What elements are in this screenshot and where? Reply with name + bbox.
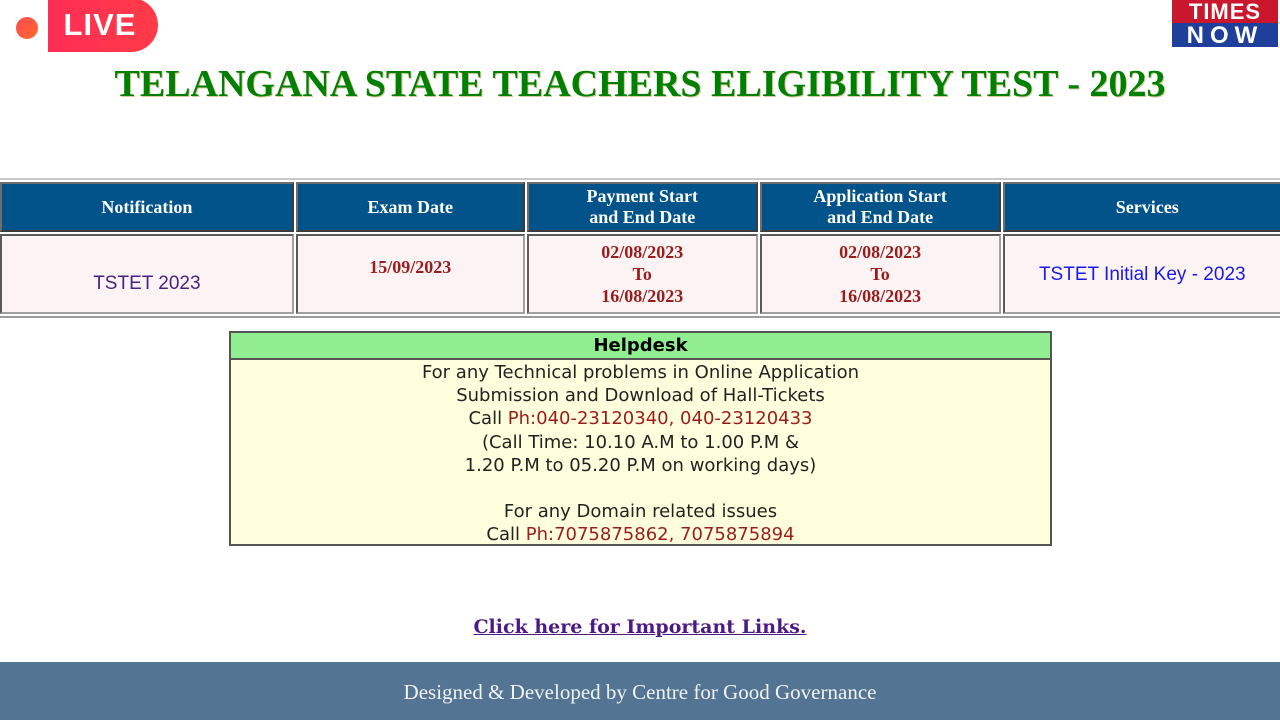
header-services: Services bbox=[1002, 182, 1280, 232]
technical-phone-numbers: Ph:040-23120340, 040-23120433 bbox=[507, 408, 813, 430]
header-payment-line1: Payment Start bbox=[586, 186, 698, 206]
times-now-logo: TIMES NOW bbox=[1172, 0, 1278, 48]
footer: Designed & Developed by Centre for Good … bbox=[0, 662, 1280, 720]
header-notification: Notification bbox=[0, 182, 294, 232]
cell-exam-date: 15/09/2023 bbox=[295, 234, 525, 314]
header-application-dates: Application Start and End Date bbox=[759, 182, 1001, 232]
helpdesk-title: Helpdesk bbox=[231, 333, 1050, 360]
important-links-link[interactable]: Click here for Important Links. bbox=[473, 616, 806, 638]
footer-credit: Designed & Developed by Centre for Good … bbox=[403, 680, 877, 704]
helpdesk-domain-call: Call Ph:7075875862, 7075875894 bbox=[231, 523, 1050, 546]
initial-key-link[interactable]: TSTET Initial Key - 2023 bbox=[1039, 264, 1246, 286]
domain-phone-numbers: Ph:7075875862, 7075875894 bbox=[525, 524, 795, 546]
application-start-date: 02/08/2023 bbox=[839, 242, 922, 262]
application-end-date: 16/08/2023 bbox=[839, 286, 922, 306]
important-links-row: Click here for Important Links. bbox=[0, 616, 1280, 638]
cell-payment-dates: 02/08/2023 To 16/08/2023 bbox=[526, 234, 758, 314]
application-to-label: To bbox=[870, 264, 890, 284]
live-label: LIVE bbox=[48, 0, 158, 52]
call-prefix: Call bbox=[486, 524, 526, 546]
helpdesk-line-technical: For any Technical problems in Online App… bbox=[421, 362, 860, 383]
live-dot-icon bbox=[16, 17, 38, 39]
helpdesk-box: Helpdesk For any Technical problems in O… bbox=[229, 331, 1052, 546]
table-row: TSTET 2023 15/09/2023 02/08/2023 To 16/0… bbox=[0, 234, 1280, 314]
notification-link[interactable]: TSTET 2023 bbox=[93, 273, 200, 295]
helpdesk-body: For any Technical problems in Online App… bbox=[231, 360, 1050, 547]
header-payment-dates: Payment Start and End Date bbox=[526, 182, 758, 232]
cell-application-dates: 02/08/2023 To 16/08/2023 bbox=[759, 234, 1001, 314]
header-application-line2: and End Date bbox=[827, 207, 934, 227]
live-badge: LIVE bbox=[16, 0, 158, 54]
page-title: TELANGANA STATE TEACHERS ELIGIBILITY TES… bbox=[114, 63, 1166, 105]
logo-top-text: TIMES bbox=[1172, 0, 1278, 24]
payment-start-date: 02/08/2023 bbox=[601, 242, 684, 262]
helpdesk-call-time-2: 1.20 P.M to 05.20 P.M on working days) bbox=[464, 454, 817, 476]
helpdesk-technical-call: Call Ph:040-23120340, 040-23120433 bbox=[231, 407, 1050, 430]
payment-to-label: To bbox=[632, 264, 652, 284]
payment-end-date: 16/08/2023 bbox=[601, 286, 684, 306]
helpdesk-call-time: (Call Time: 10.10 A.M to 1.00 P.M & bbox=[481, 431, 800, 453]
header-exam-date: Exam Date bbox=[295, 182, 525, 232]
helpdesk-line-domain: For any Domain related issues bbox=[503, 501, 778, 523]
header-payment-line2: and End Date bbox=[589, 207, 696, 227]
header-application-line1: Application Start bbox=[813, 186, 947, 206]
exam-info-table: Notification Exam Date Payment Start and… bbox=[0, 178, 1280, 318]
cell-services: TSTET Initial Key - 2023 bbox=[1002, 234, 1280, 314]
table-header-row: Notification Exam Date Payment Start and… bbox=[0, 182, 1280, 232]
exam-date-value: 15/09/2023 bbox=[369, 257, 452, 277]
helpdesk-line-submission: Submission and Download of Hall-Tickets bbox=[456, 385, 825, 407]
cell-notification: TSTET 2023 bbox=[0, 234, 294, 314]
logo-bottom-text: NOW bbox=[1172, 23, 1278, 48]
call-prefix: Call bbox=[468, 408, 508, 430]
